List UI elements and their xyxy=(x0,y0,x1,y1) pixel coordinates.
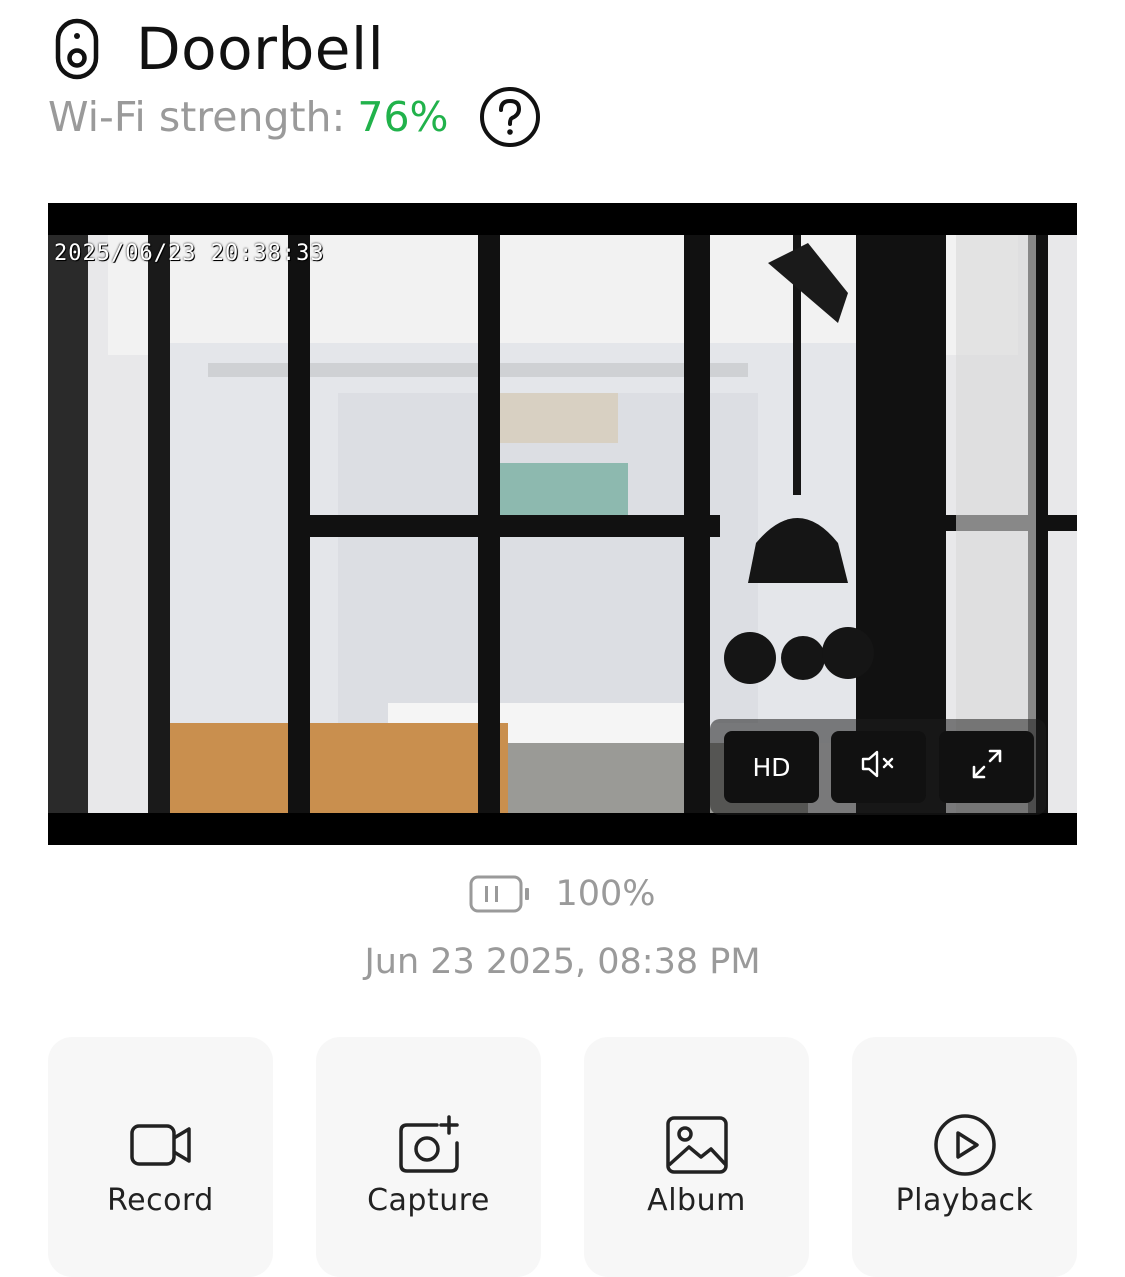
camera-plus-icon xyxy=(316,1113,541,1177)
fullscreen-icon xyxy=(970,747,1004,787)
page-title: Doorbell xyxy=(136,15,385,83)
wifi-value: 76% xyxy=(357,93,449,141)
record-label: Record xyxy=(107,1183,214,1218)
playback-label: Playback xyxy=(895,1183,1034,1218)
album-label: Album xyxy=(647,1183,746,1218)
record-button[interactable]: Record xyxy=(48,1037,273,1277)
wifi-label: Wi-Fi strength: xyxy=(48,93,346,141)
battery-value: 100% xyxy=(555,874,656,914)
wifi-strength: Wi-Fi strength: 76% xyxy=(48,86,541,148)
playback-button[interactable]: Playback xyxy=(852,1037,1077,1277)
video-timestamp: 2025/06/23 20:38:33 xyxy=(54,241,325,266)
hd-label: HD xyxy=(752,752,791,782)
header: Doorbell xyxy=(48,14,384,84)
live-video-feed[interactable]: 2025/06/23 20:38:33 HD xyxy=(48,203,1077,845)
action-bar: Record Capture Album Playback xyxy=(48,1037,1077,1277)
video-camera-icon xyxy=(48,1113,273,1177)
mute-button[interactable] xyxy=(831,731,926,803)
play-circle-icon xyxy=(852,1113,1077,1177)
capture-label: Capture xyxy=(367,1183,490,1218)
mute-icon xyxy=(860,749,898,785)
fullscreen-button[interactable] xyxy=(939,731,1034,803)
album-button[interactable]: Album xyxy=(584,1037,809,1277)
video-controls: HD xyxy=(710,719,1046,815)
capture-button[interactable]: Capture xyxy=(316,1037,541,1277)
current-datetime: Jun 23 2025, 08:38 PM xyxy=(364,942,761,982)
battery-icon xyxy=(469,875,531,913)
hd-button[interactable]: HD xyxy=(724,731,819,803)
help-icon[interactable] xyxy=(479,86,541,148)
doorbell-icon xyxy=(48,14,106,84)
image-icon xyxy=(584,1113,809,1177)
battery-status: 100% xyxy=(0,874,1125,914)
